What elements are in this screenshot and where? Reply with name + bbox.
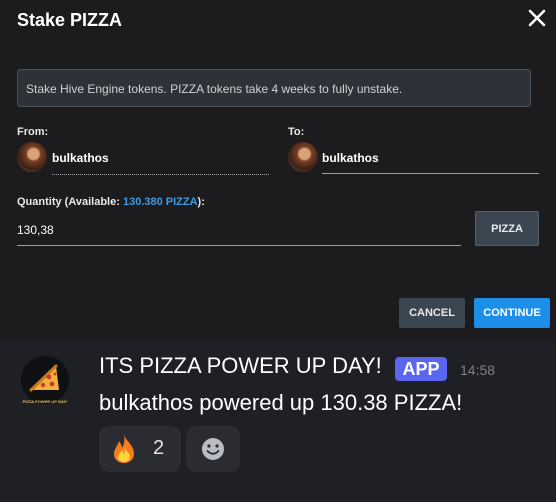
reaction-count: 2 (153, 437, 165, 459)
to-label: To: (288, 126, 305, 138)
bot-avatar[interactable] (21, 356, 69, 404)
message-title: ITS PIZZA POWER UP DAY! (99, 353, 382, 378)
fire-reaction[interactable] (99, 426, 181, 472)
app-badge: APP (395, 357, 447, 381)
continue-button[interactable]: CONTINUE (474, 298, 550, 328)
quantity-label-prefix: Quantity (Available: (17, 196, 123, 208)
to-username[interactable]: bulkathos (322, 151, 379, 165)
fire-icon (114, 435, 134, 463)
pizza-icon (29, 364, 59, 392)
quantity-underline (17, 245, 461, 246)
message-body: bulkathos powered up 130.38 PIZZA! (99, 390, 463, 415)
to-avatar (288, 142, 318, 172)
quantity-available: 130.380 PIZZA (122, 196, 198, 208)
to-field-underline (322, 173, 539, 174)
token-select-button[interactable]: PIZZA (475, 211, 539, 246)
info-banner: Stake Hive Engine tokens. PIZZA tokens t… (17, 69, 531, 107)
message-timestamp[interactable]: 14:58 (460, 362, 495, 378)
stake-dialog: Stake PIZZA Stake Hive Engine tokens. PI… (0, 0, 556, 339)
from-label: From: (17, 126, 49, 138)
bot-avatar-caption: PIZZA POWER UP DAY! (22, 399, 68, 404)
quantity-label: Quantity (Available: 130.380 PIZZA): (17, 196, 205, 208)
quantity-input[interactable]: 130,38 (17, 223, 54, 237)
from-username[interactable]: bulkathos (52, 151, 109, 165)
from-avatar (17, 142, 47, 172)
add-reaction-button[interactable] (186, 426, 240, 472)
cancel-button[interactable]: CANCEL (399, 298, 465, 328)
dialog-title: Stake PIZZA (17, 10, 123, 30)
from-field-underline (52, 174, 269, 175)
close-icon[interactable] (525, 6, 549, 30)
quantity-label-suffix: ): (197, 196, 205, 208)
smile-icon (202, 438, 224, 460)
